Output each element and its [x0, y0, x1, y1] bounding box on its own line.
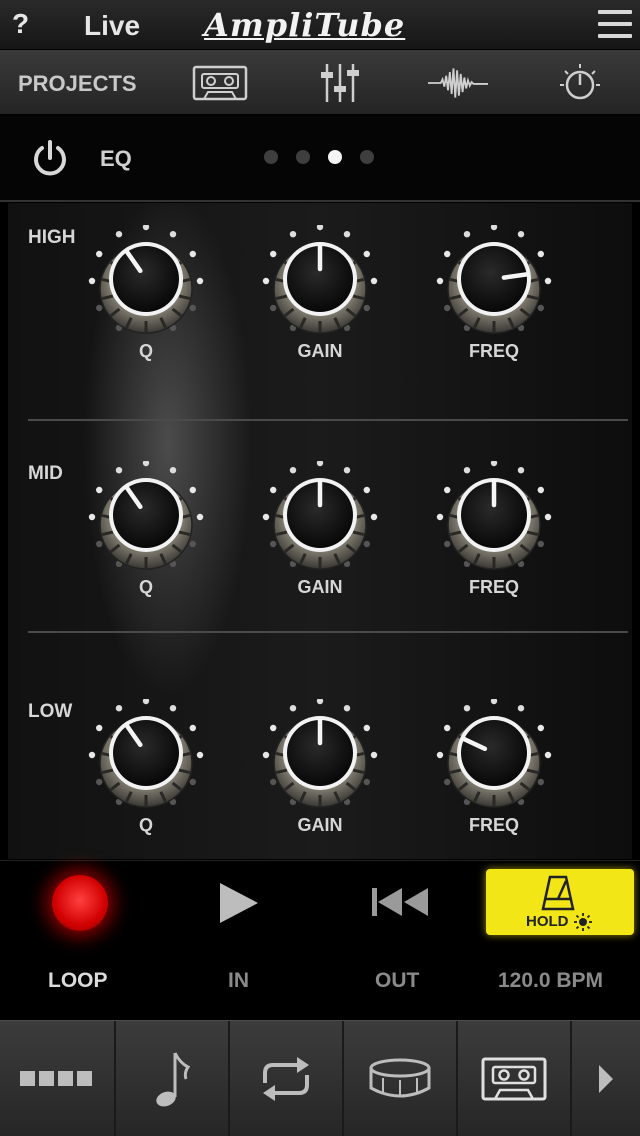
module-header: EQ	[0, 116, 640, 202]
low-freq-knob[interactable]	[434, 697, 554, 819]
bottom-tab-bar	[0, 1020, 640, 1136]
rewind-icon[interactable]	[372, 887, 430, 922]
loop-button[interactable]: LOOP	[48, 969, 108, 993]
band-label-mid: MID	[28, 463, 63, 484]
help-button[interactable]: ?	[12, 8, 29, 40]
metronome-icon	[541, 875, 575, 911]
live-mode-label[interactable]: Live	[84, 10, 140, 42]
chevron-right-icon[interactable]	[572, 1021, 640, 1136]
band-divider	[28, 419, 628, 421]
cassette-icon[interactable]	[190, 60, 250, 106]
knob-label: Q	[138, 341, 153, 361]
eq-panel: HIGH Q GAIN FREQ MID Q GAIN FREQ LOW Q G…	[8, 203, 632, 859]
knob-label: GAIN	[297, 577, 343, 597]
knob-label: FREQ	[468, 577, 519, 597]
sun-icon	[574, 913, 592, 931]
nav-bar: PROJECTS	[0, 50, 640, 116]
high-q-knob[interactable]	[86, 223, 206, 345]
page-dot[interactable]	[296, 150, 310, 164]
play-icon[interactable]	[216, 881, 260, 930]
in-button[interactable]: IN	[228, 969, 249, 993]
transport-bar: HOLD LOOP IN OUT 120.0 BPM	[0, 860, 640, 1020]
page-dot-active[interactable]	[328, 150, 342, 164]
band-label-high: HIGH	[28, 227, 76, 248]
drum-icon[interactable]	[344, 1021, 458, 1136]
mid-freq-knob[interactable]	[434, 459, 554, 581]
knob-label: GAIN	[297, 815, 343, 835]
mid-q-knob[interactable]	[86, 459, 206, 581]
module-title: EQ	[100, 146, 132, 171]
low-gain-knob[interactable]	[260, 697, 380, 819]
app-logo: AmpliTube	[204, 6, 406, 44]
knob-label: FREQ	[468, 815, 519, 835]
power-icon[interactable]	[30, 138, 70, 178]
top-bar: ? Live AmpliTube	[0, 0, 640, 50]
hamburger-menu-icon[interactable]	[598, 10, 632, 38]
bpm-display[interactable]: 120.0 BPM	[498, 969, 603, 993]
knob-label: Q	[138, 815, 153, 835]
mixer-faders-icon[interactable]	[310, 60, 370, 106]
grid-view-icon[interactable]	[0, 1021, 116, 1136]
band-label-low: LOW	[28, 701, 73, 722]
projects-button[interactable]: PROJECTS	[18, 71, 137, 97]
out-button[interactable]: OUT	[375, 969, 419, 993]
mid-gain-knob[interactable]	[260, 459, 380, 581]
loop-repeat-icon[interactable]	[230, 1021, 344, 1136]
high-gain-knob[interactable]	[260, 223, 380, 345]
hold-label: HOLD	[526, 913, 569, 930]
waveform-icon[interactable]	[428, 60, 488, 106]
hold-button[interactable]: HOLD	[486, 869, 634, 935]
page-indicator[interactable]	[264, 150, 374, 164]
page-dot[interactable]	[264, 150, 278, 164]
low-q-knob[interactable]	[86, 697, 206, 819]
cassette-icon[interactable]	[458, 1021, 572, 1136]
band-divider	[28, 631, 628, 633]
knob-label: FREQ	[468, 341, 519, 361]
knob-label: Q	[138, 577, 153, 597]
knob-label: GAIN	[297, 341, 343, 361]
high-freq-knob[interactable]	[434, 223, 554, 345]
tuner-dial-icon[interactable]	[550, 60, 610, 106]
record-button[interactable]	[52, 875, 108, 931]
page-dot[interactable]	[360, 150, 374, 164]
music-note-icon[interactable]	[116, 1021, 230, 1136]
